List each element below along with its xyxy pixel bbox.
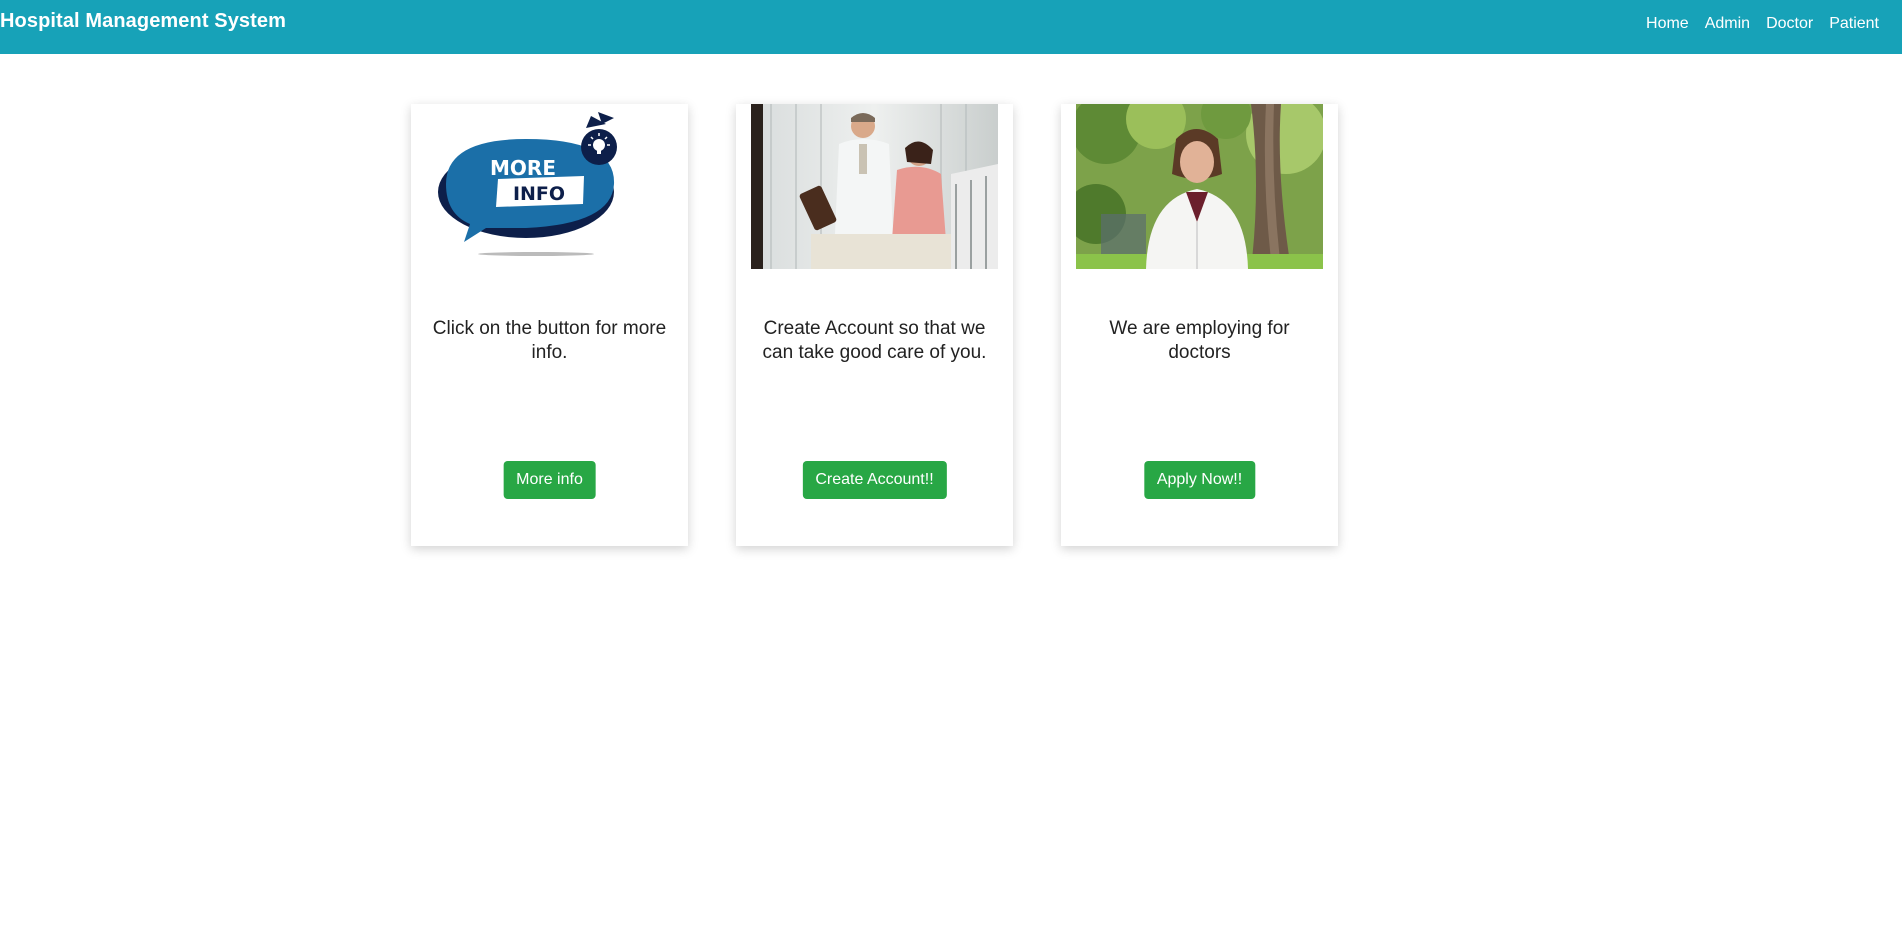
nav-link-admin[interactable]: Admin (1705, 15, 1750, 33)
more-label: MORE (490, 156, 556, 180)
more-info-illustration: MORE INFO (438, 112, 617, 256)
top-navbar: Hospital Management System Home Admin Do… (0, 0, 1902, 54)
apply-now-button[interactable]: Apply Now!! (1143, 461, 1256, 499)
card-row: MORE INFO Click on the button for more i… (411, 104, 1338, 546)
card-create-account-text: Create Account so that we can take good … (762, 318, 987, 363)
more-info-image: MORE INFO (426, 104, 673, 269)
nav-link-home[interactable]: Home (1646, 15, 1689, 33)
card-more-info: MORE INFO Click on the button for more i… (411, 104, 688, 546)
create-account-button[interactable]: Create Account!! (802, 461, 947, 499)
patient-doctor-illustration (751, 104, 998, 269)
nav-link-patient[interactable]: Patient (1829, 15, 1879, 33)
info-label: INFO (513, 183, 565, 205)
card-apply-now-text: We are employing for doctors (1109, 318, 1290, 363)
card-create-account: Create Account so that we can take good … (736, 104, 1013, 546)
patient-photo (751, 104, 998, 269)
more-info-button[interactable]: More info (503, 461, 596, 499)
nav-link-doctor[interactable]: Doctor (1766, 15, 1813, 33)
doctor-illustration (1076, 104, 1323, 269)
nav-links: Home Admin Doctor Patient (1646, 15, 1879, 33)
doctor-photo (1076, 104, 1323, 269)
brand-title[interactable]: Hospital Management System (0, 10, 286, 33)
card-more-info-text: Click on the button for more info. (432, 318, 667, 363)
card-apply-now: We are employing for doctors Apply Now!! (1061, 104, 1338, 546)
